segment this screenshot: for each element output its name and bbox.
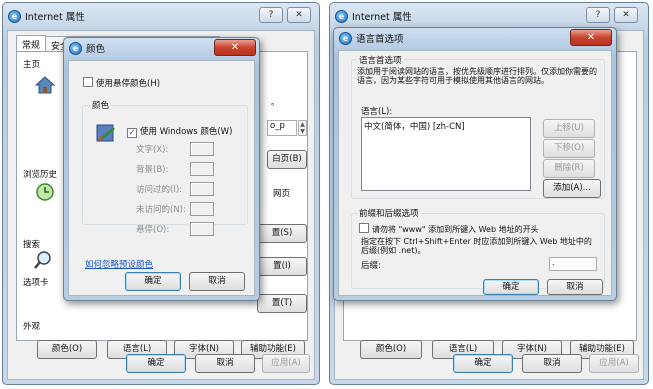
move-down-button[interactable]: 下移(O) [543,139,595,158]
prefix-group-label: 前缀和后缀选项 [357,207,421,219]
colors-group-label: 颜色 [90,99,112,111]
ok-button[interactable]: 确定 [453,354,513,373]
history-section-label: 浏览历史 [23,170,58,180]
use-hover-checkbox[interactable]: 使用悬停颜色(H) [83,77,160,89]
search-section-label: 搜索 [23,240,41,250]
colors-button[interactable]: 颜色(O) [37,340,97,359]
remove-button[interactable]: 删除(R) [543,159,595,178]
no-www-checkbox[interactable]: 请勿将 "www" 添加到所键入 Web 地址的开头 [359,223,539,235]
apply-button[interactable]: 应用(A) [262,354,310,373]
description-text: 添加用于阅读网站的语言，按优先级顺序进行排列。仅添加你需要的语言，因为某些字符可… [357,67,597,85]
ie-icon: e [8,9,21,23]
palette-icon [95,121,117,143]
checkbox-checked-icon[interactable]: ✓ [127,128,137,138]
checkbox-box[interactable] [83,77,93,87]
tabs-settings-button[interactable]: 置(T) [257,294,307,313]
homepage-section-label: 主页 [23,60,41,70]
ie-icon: e [335,9,348,23]
search-settings-button[interactable]: 置(I) [257,257,307,276]
language-preference-dialog: e 语言首选项 ✕ 语言首选项 添加用于阅读网站的语言，按优先级顺序进行排列。仅… [333,27,617,301]
dialog-body: 语言首选项 添加用于阅读网站的语言，按优先级顺序进行排列。仅添加你需要的语言，因… [338,50,612,296]
checkbox-box[interactable] [359,223,369,233]
appearance-section-label: 外观 [23,322,41,332]
ok-button[interactable]: 确定 [125,272,181,291]
use-windows-colors-label: 使用 Windows 颜色(W) [140,127,233,137]
colors-button[interactable]: 颜色(O) [360,340,422,359]
background-color-label: 背景(B): [136,165,169,175]
scroll-arrows-icon[interactable]: ▲ ▼ [298,120,307,136]
bg-fragment: 网页 [273,189,291,199]
homepage-field-fragment: o_p [267,120,297,136]
cancel-button[interactable]: 取消 [522,354,582,373]
move-up-button[interactable]: 上移(U) [543,119,595,138]
close-button[interactable]: ✕ [214,39,256,56]
visited-color-label: 访问过的(I): [136,185,183,195]
ok-button[interactable]: 确定 [483,279,539,295]
dialog-title: 语言首选项 [356,34,404,45]
dialog-title: 颜色 [86,44,106,55]
ok-button[interactable]: 确定 [126,354,186,373]
window-title: Internet 属性 [352,12,412,23]
visited-color-swatch[interactable] [190,182,214,196]
language-list-label: 语言(L): [361,107,393,117]
homepage-field-text: o_p [270,121,285,131]
close-button[interactable]: ✕ [570,29,612,46]
ie-icon: e [339,31,352,45]
bg-fragment: 。 [271,98,280,108]
hover-color-swatch[interactable] [190,222,214,236]
window-title: Internet 属性 [25,12,85,23]
history-settings-button[interactable]: 置(S) [257,224,307,243]
suffix-input-value: . [552,258,555,267]
language-list[interactable]: 中文(简体，中国) [zh-CN] [361,117,531,191]
suffix-description: 指定在按下 Ctrl+Shift+Enter 时应添加到所键入 Web 地址中的… [361,237,592,255]
ignore-colors-link[interactable]: 如何忽略预设颜色 [85,258,153,270]
no-www-label: 请勿将 "www" 添加到所键入 Web 地址的开头 [372,225,539,234]
ie-icon: e [69,41,82,55]
suffix-label: 后缀: [361,261,381,271]
search-icon [33,250,53,270]
text-color-label: 文字(X): [136,145,169,155]
help-button[interactable]: ? [259,7,283,23]
use-hover-label: 使用悬停颜色(H) [96,79,161,89]
language-list-item[interactable]: 中文(简体，中国) [zh-CN] [364,120,528,132]
text-color-swatch[interactable] [190,142,214,156]
use-blank-button[interactable]: 白页(B) [267,150,307,169]
colors-dialog: e 颜色 ✕ 使用悬停颜色(H) 颜色 ✓ 使用 Windows 颜色(W) 文字… [63,37,260,301]
background-color-swatch[interactable] [190,162,214,176]
cancel-button[interactable]: 取消 [195,354,255,373]
close-button[interactable]: ✕ [287,7,311,23]
cancel-button[interactable]: 取消 [189,272,245,291]
tabs-section-label: 选项卡 [23,278,49,288]
apply-button[interactable]: 应用(A) [589,354,639,373]
house-icon [34,76,56,94]
cancel-button[interactable]: 取消 [547,279,603,295]
unvisited-color-label: 未访问的(N): [136,205,186,215]
dialog-body: 使用悬停颜色(H) 颜色 ✓ 使用 Windows 颜色(W) 文字(X): 背景… [68,60,255,296]
suffix-input[interactable]: . [549,257,597,271]
use-windows-colors-checkbox[interactable]: ✓ 使用 Windows 颜色(W) [127,125,232,138]
unvisited-color-swatch[interactable] [190,202,214,216]
hover-color-label: 悬停(O): [136,225,170,235]
help-button[interactable]: ? [586,7,610,23]
history-icon [35,182,55,202]
close-button[interactable]: ✕ [614,7,638,23]
language-group-label: 语言首选项 [357,54,404,66]
add-button[interactable]: 添加(A)... [543,179,601,198]
